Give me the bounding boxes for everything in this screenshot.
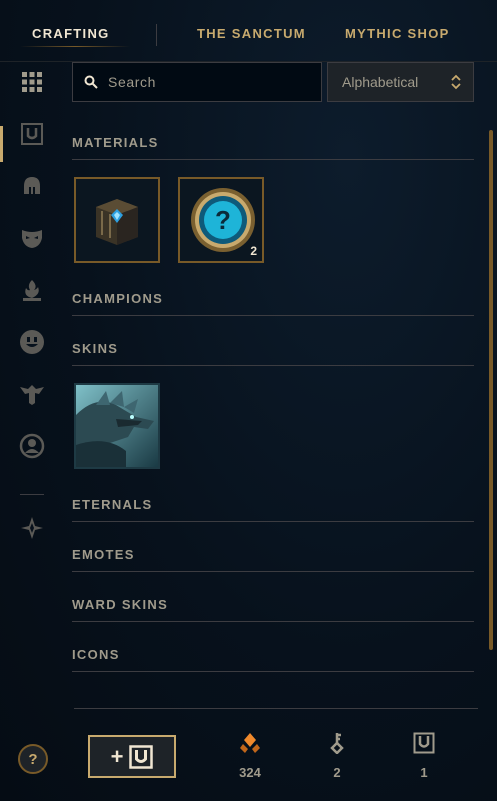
section-ward-skins[interactable]: WARD SKINS: [72, 596, 474, 622]
section-skins-label: SKINS: [72, 341, 119, 356]
orange-essence-icon: [240, 733, 260, 753]
section-emotes[interactable]: EMOTES: [72, 546, 474, 572]
section-materials-label: MATERIALS: [72, 135, 159, 150]
helmet-icon: [24, 177, 40, 194]
profile-icon: [19, 433, 45, 459]
help-icon: ?: [28, 750, 38, 768]
search-box[interactable]: [72, 62, 322, 102]
sidebar-item-eternals[interactable]: [18, 276, 46, 304]
sidebar-item-sanctum[interactable]: [18, 514, 46, 542]
add-chest-button[interactable]: +: [88, 735, 176, 778]
mystery-count: 2: [250, 244, 257, 258]
sidebar-item-champions[interactable]: [18, 172, 46, 200]
section-icons[interactable]: ICONS: [72, 646, 474, 672]
section-ward-skins-label: WARD SKINS: [72, 597, 169, 612]
orange-essence-counter: 324: [230, 732, 270, 780]
section-eternals-label: ETERNALS: [72, 497, 153, 512]
material-tile-chest[interactable]: [74, 177, 160, 263]
section-champions-label: CHAMPIONS: [72, 291, 164, 306]
tab-mythic-shop[interactable]: MYTHIC SHOP: [345, 26, 450, 41]
section-champions[interactable]: CHAMPIONS: [72, 290, 474, 316]
category-sidebar: [0, 62, 62, 801]
key-icon: [330, 733, 344, 755]
chest-counter: 1: [404, 732, 444, 780]
key-value: 2: [333, 765, 341, 780]
help-button[interactable]: ?: [18, 744, 48, 774]
sort-dropdown[interactable]: Alphabetical: [327, 62, 474, 102]
scrollbar[interactable]: [489, 130, 493, 650]
mask-icon: [22, 230, 42, 248]
dragon-skin-art: [76, 385, 158, 467]
section-materials: MATERIALS: [72, 134, 474, 160]
search-input[interactable]: [108, 74, 308, 90]
grid-icon: [22, 72, 42, 92]
section-eternals[interactable]: ETERNALS: [72, 496, 474, 522]
hextech-chest-icon: [76, 179, 158, 261]
chest-icon: [413, 732, 435, 754]
ward-icon: [20, 385, 44, 405]
sort-selected-value: Alphabetical: [342, 74, 419, 90]
section-icons-label: ICONS: [72, 647, 120, 662]
search-icon: [84, 75, 98, 89]
sidebar-item-ward-skins[interactable]: [18, 380, 46, 408]
sidebar-item-icons[interactable]: [18, 432, 46, 460]
section-emotes-label: EMOTES: [72, 547, 135, 562]
skin-tile-dragon[interactable]: [74, 383, 160, 469]
section-skins[interactable]: SKINS: [72, 340, 474, 366]
key-counter: 2: [317, 732, 357, 780]
sidebar-item-emotes[interactable]: [18, 328, 46, 356]
eternals-icon: [21, 517, 43, 539]
material-tile-mystery[interactable]: ? 2: [178, 177, 264, 263]
tab-crafting[interactable]: CRAFTING: [32, 26, 110, 41]
sidebar-active-indicator: [0, 126, 3, 162]
sidebar-item-materials[interactable]: [18, 120, 46, 148]
bottom-bar: ? + 324 2 1: [0, 708, 497, 801]
flame-icon: [23, 280, 41, 301]
sidebar-divider: [20, 494, 44, 495]
sort-arrows-icon: [451, 74, 461, 90]
sidebar-item-all[interactable]: [18, 68, 46, 96]
tab-the-sanctum[interactable]: THE SANCTUM: [197, 26, 306, 41]
chest-value: 1: [420, 765, 428, 780]
chest-icon: [21, 123, 43, 145]
bottom-divider: [74, 708, 478, 709]
orange-essence-value: 324: [239, 765, 261, 780]
svg-text:?: ?: [215, 205, 231, 235]
nav-separator: [156, 24, 157, 46]
sidebar-item-skins[interactable]: [18, 224, 46, 252]
top-navigation: CRAFTING THE SANCTUM MYTHIC SHOP: [0, 0, 497, 62]
active-tab-underline: [20, 46, 130, 47]
plus-icon: +: [110, 743, 124, 769]
chest-icon: [129, 744, 154, 769]
emote-face-icon: [20, 330, 44, 354]
